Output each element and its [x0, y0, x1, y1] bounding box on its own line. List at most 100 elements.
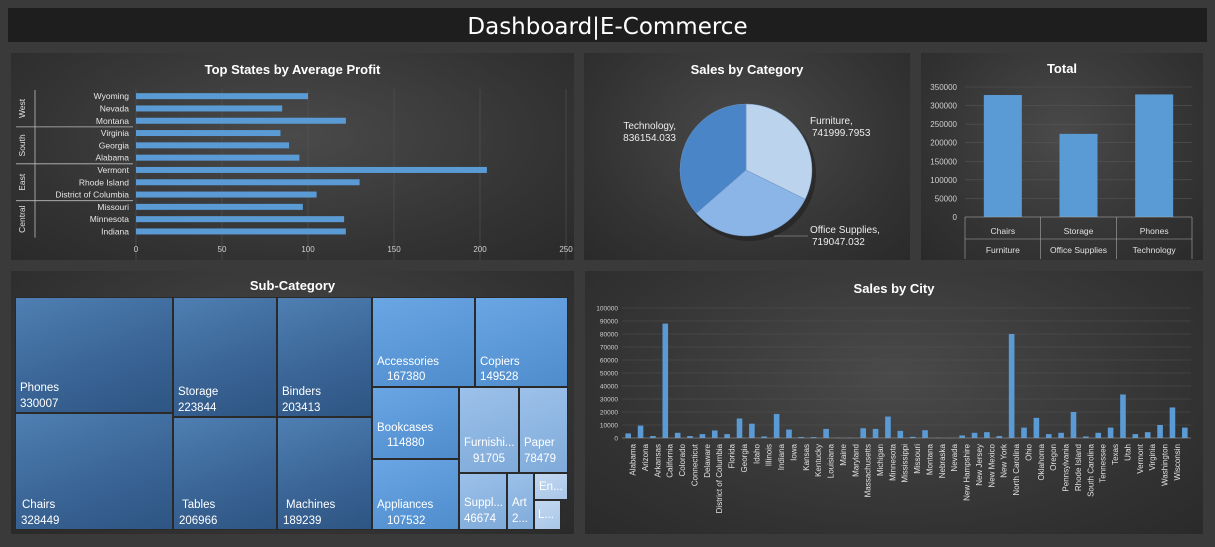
treemap-cell-value: 107532	[387, 515, 426, 527]
states-xtick: 0	[134, 245, 139, 254]
treemap-cell: Appliances 107532	[372, 459, 459, 530]
city-category-label: New York	[1000, 443, 1009, 478]
city-category-label: New Hampshire	[963, 443, 972, 500]
city-bar	[959, 435, 965, 438]
states-bar	[136, 117, 346, 124]
city-chart: 0 10000 20000 30000 40000 50000 60000 70000 8000…	[596, 306, 1191, 513]
treemap-cell-name: Bookcases	[377, 422, 434, 434]
states-category-label: Montana	[96, 116, 129, 126]
treemap-cell-value: 91705	[473, 453, 505, 465]
city-bar	[749, 423, 755, 438]
city-category-label: Colorado	[678, 443, 687, 476]
city-bar	[922, 430, 928, 438]
treemap-cell-value: 2...	[512, 513, 528, 525]
total-bar	[983, 95, 1022, 217]
city-category-label: Vermont	[1136, 443, 1145, 474]
total-panel: Total 0 50000 100000 150000 200000 250000 3000…	[921, 53, 1203, 260]
city-ytick: 30000	[600, 397, 618, 404]
total-bar	[1135, 94, 1174, 217]
states-category-label: Alabama	[95, 153, 129, 163]
treemap-cell-name: Accessories	[377, 356, 439, 368]
city-ytick: 80000	[600, 332, 618, 339]
city-bar	[1058, 432, 1064, 438]
city-category-label: California	[666, 443, 675, 477]
city-category-label: Idaho	[752, 443, 761, 464]
states-category-label: Vermont	[97, 165, 129, 175]
treemap-cell: Phones 330007	[15, 297, 173, 413]
pie-label: Furniture,	[810, 116, 853, 127]
city-bar	[1008, 334, 1015, 438]
states-bar	[136, 130, 281, 137]
total-ytick: 200000	[930, 139, 957, 148]
treemap-cell: Tables 206966	[173, 417, 277, 530]
subcategory-panel: Sub-Category Phones 330007 Chairs 328449 Sto…	[11, 271, 574, 534]
city-category-label: Arkansas	[653, 444, 662, 477]
city-bar	[971, 432, 978, 438]
treemap-cell-name: Binders	[282, 386, 321, 398]
total-item-label: Storage	[1064, 226, 1094, 236]
city-category-label: Washington	[1160, 444, 1169, 486]
city-category-label: Pennsylvania	[1062, 443, 1071, 491]
city-bar	[1021, 427, 1027, 438]
city-category-label: Kentucky	[814, 444, 823, 477]
city-category-label: Iowa	[789, 443, 798, 460]
city-bar	[1144, 432, 1151, 438]
city-bar	[1132, 434, 1139, 438]
total-ytick: 50000	[935, 194, 958, 203]
states-bar	[136, 142, 290, 149]
states-group-label: East	[17, 173, 27, 191]
total-group-label: Office Supplies	[1050, 245, 1107, 255]
treemap-cell-name: Art	[512, 497, 527, 509]
city-category-label: Georgia	[740, 443, 749, 472]
total-group-label: Technology	[1133, 245, 1177, 255]
treemap-cell-name: En...	[539, 481, 563, 493]
states-group-label: South	[17, 134, 27, 156]
city-category-label: Illinois	[765, 444, 774, 466]
total-ytick: 150000	[930, 157, 957, 166]
city-category-label: Kansas	[802, 444, 811, 471]
treemap: Phones 330007 Chairs 328449 Storage 223844 Tab…	[15, 297, 570, 530]
treemap-cell: Binders 203413	[277, 297, 372, 417]
states-category-label: Virginia	[101, 128, 129, 138]
states-chart: 0 50 100 150 200 250 West Wyoming Nevada Montana S…	[16, 89, 573, 260]
states-group-label: West	[17, 98, 27, 118]
city-category-label: Connecticut	[690, 443, 699, 486]
dashboard-title: Dashboard|E-Commerce	[8, 8, 1207, 42]
city-category-label: Minnesota	[888, 443, 897, 480]
states-bar	[136, 166, 487, 173]
city-category-label: Maine	[839, 443, 848, 465]
total-group-label: Furniture	[986, 245, 1020, 255]
total-ytick: 300000	[930, 102, 957, 111]
states-bar	[136, 216, 345, 223]
city-category-label: New Mexico	[987, 443, 996, 487]
total-chart: 0 50000 100000 150000 200000 250000 300000 3500…	[930, 83, 1193, 259]
city-bar	[1169, 407, 1176, 438]
city-bar	[1182, 427, 1188, 438]
city-bar	[897, 430, 904, 438]
treemap-cell-value: 167380	[387, 371, 426, 383]
pie-value-label: 741999.7953	[812, 128, 871, 139]
city-bar	[1045, 434, 1052, 438]
total-ytick: 250000	[930, 120, 957, 129]
states-bar	[136, 105, 283, 112]
total-item-label: Phones	[1140, 226, 1169, 236]
states-xtick: 200	[473, 245, 487, 254]
city-category-label: Rhode Island	[1074, 444, 1083, 491]
treemap-cell: Paper 78479	[519, 387, 568, 473]
city-bar	[637, 425, 644, 438]
treemap-cell-value: 46674	[464, 513, 496, 525]
treemap-cell: Bookcases 114880	[372, 387, 459, 459]
city-panel: Sales by City 0 10000 20000 30000 40000 50000…	[585, 271, 1203, 534]
category-chart: Furniture,741999.7953 Office Supplies,719…	[623, 103, 880, 248]
city-category-label: Arizona	[641, 443, 650, 471]
city-bar	[885, 416, 891, 438]
treemap-cell: Chairs 328449	[15, 413, 173, 530]
treemap-cell-name: Storage	[178, 386, 219, 398]
city-bar	[1107, 427, 1114, 438]
treemap-cell-value: 223844	[178, 402, 217, 414]
states-category-label: Missouri	[97, 202, 129, 212]
treemap-cell-name: Paper	[524, 437, 555, 449]
treemap-cell: Machines 189239	[277, 417, 372, 530]
city-category-label: Delaware	[703, 443, 712, 477]
city-ytick: 90000	[600, 319, 618, 326]
